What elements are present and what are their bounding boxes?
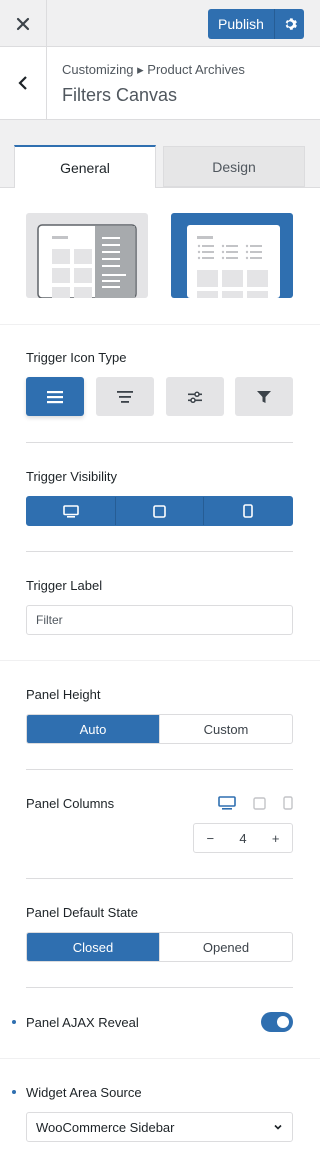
breadcrumb: Customizing ▸ Product Archives [62,62,245,77]
layout-option-top[interactable] [171,213,293,298]
menu-icon [47,390,63,403]
trigger-visibility-label: Trigger Visibility [26,469,118,484]
panel-height-auto[interactable]: Auto [27,715,159,743]
divider [26,987,293,988]
widget-area-source-label: Widget Area Source [26,1085,142,1100]
desktop-icon [63,504,79,518]
stepper-minus-button[interactable]: − [194,831,227,846]
desktop-icon[interactable] [218,796,236,810]
panel-height-control: Auto Custom [26,714,293,744]
gear-icon[interactable] [274,9,304,39]
state-opened[interactable]: Opened [159,933,292,961]
visibility-desktop[interactable] [27,497,115,525]
panel-height-custom[interactable]: Custom [159,715,292,743]
menu-lines-icon [117,390,133,403]
divider [26,442,293,443]
panel-default-state-control: Closed Opened [26,932,293,962]
sliders-icon [188,391,202,403]
tablet-icon[interactable] [253,797,266,810]
mobile-icon[interactable] [283,796,293,810]
divider [26,878,293,879]
trigger-visibility-control [26,496,293,526]
trigger-icon-menu-lines[interactable] [96,377,154,416]
select-value: WooCommerce Sidebar [36,1119,175,1135]
trigger-label-label: Trigger Label [26,578,103,593]
state-closed[interactable]: Closed [27,933,159,961]
visibility-tablet[interactable] [114,497,204,525]
chevron-down-icon [274,1124,282,1130]
trigger-icon-menu[interactable] [26,377,84,416]
section-header: Customizing ▸ Product Archives Filters C… [0,47,320,120]
setting-indicator-dot [12,1020,16,1024]
panel-default-state-label: Panel Default State [26,905,139,920]
panel-height-label: Panel Height [26,687,101,702]
mobile-icon [243,504,253,518]
stepper-plus-button[interactable]: + [259,831,292,846]
filter-icon [257,390,271,403]
divider [26,769,293,770]
widget-area-source-select[interactable]: WooCommerce Sidebar [26,1112,293,1142]
tab-bar: General Design [0,120,320,188]
tablet-icon [153,504,166,518]
tab-design[interactable]: Design [163,146,305,187]
toggle-knob [277,1016,289,1028]
visibility-mobile[interactable] [203,497,292,525]
setting-indicator-dot [12,1090,16,1094]
trigger-label-input[interactable]: Filter [26,605,293,635]
customizer-topbar: Publish [0,0,320,47]
back-button[interactable] [0,47,47,119]
trigger-icon-filter[interactable] [235,377,293,416]
panel-columns-label: Panel Columns [26,796,115,811]
tab-general[interactable]: General [14,145,156,188]
trigger-icon-sliders[interactable] [166,377,224,416]
stepper-value[interactable]: 4 [227,831,260,846]
chevron-left-icon [18,76,27,90]
divider [26,551,293,552]
close-icon[interactable] [0,0,47,47]
panel-ajax-reveal-toggle[interactable] [261,1012,293,1032]
publish-group: Publish [208,9,304,39]
layout-option-sidebar[interactable] [26,213,148,299]
page-title: Filters Canvas [62,85,178,105]
publish-button[interactable]: Publish [208,9,274,39]
trigger-icon-type-label: Trigger Icon Type [26,350,127,365]
panel-columns-stepper: − 4 + [193,823,293,853]
panel-ajax-reveal-label: Panel AJAX Reveal [26,1015,139,1030]
